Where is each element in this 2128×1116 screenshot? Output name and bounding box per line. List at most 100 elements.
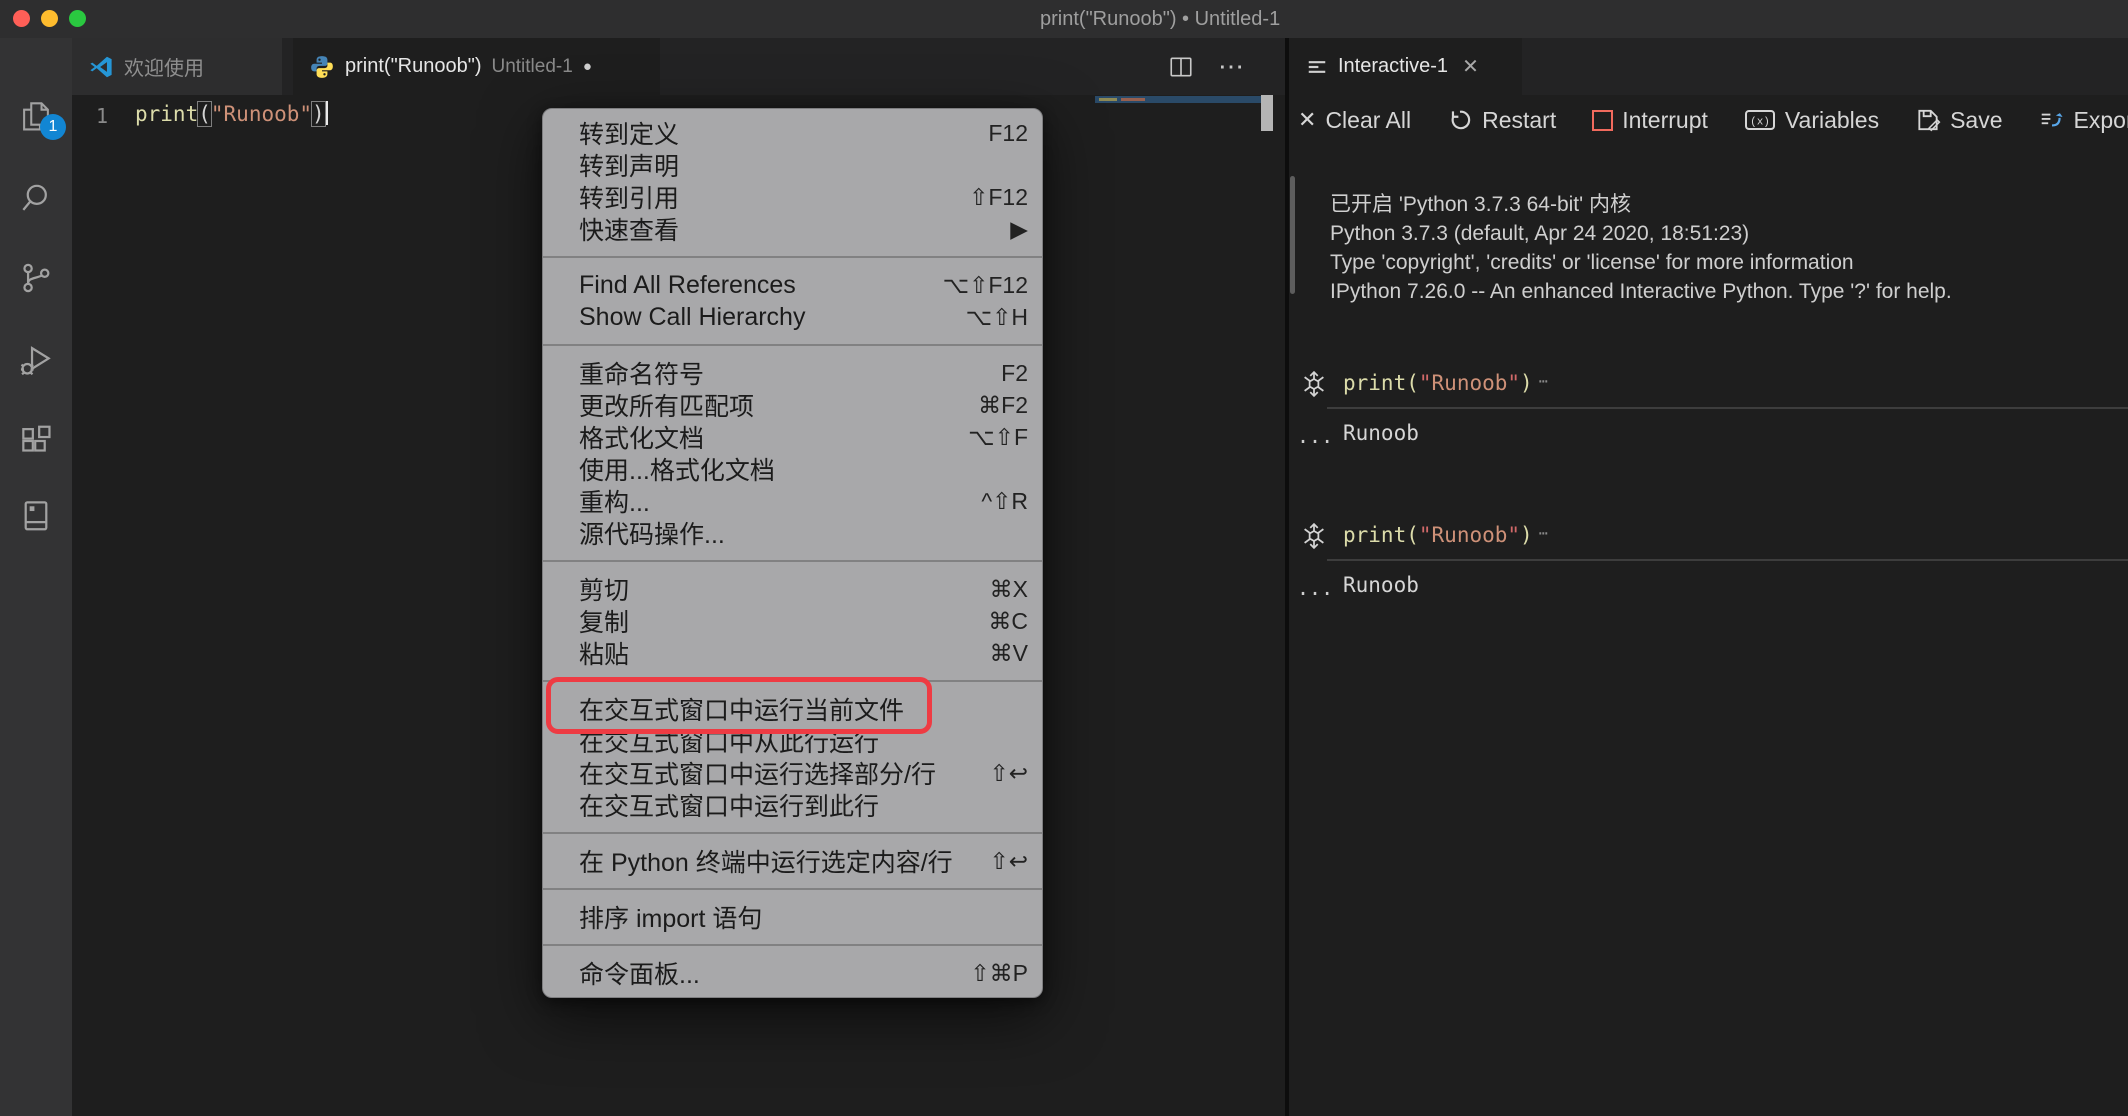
interrupt-button[interactable]: Interrupt (1592, 107, 1708, 134)
menu-item[interactable]: 转到引用⇧F12 (543, 181, 1042, 213)
menu-separator (543, 256, 1042, 258)
line-number: 1 (72, 104, 108, 128)
interactive-tab-bar: Interactive-1 ✕ (1290, 38, 2128, 95)
panel-divider[interactable] (1285, 38, 1289, 1116)
interactive-scrollbar[interactable] (1290, 176, 1295, 294)
goto-code-icon[interactable] (1299, 521, 1329, 551)
menu-item[interactable]: 剪切⌘X (543, 573, 1042, 605)
interrupt-icon (1592, 110, 1613, 131)
menu-item[interactable]: 在交互式窗口中运行到此行 (543, 789, 1042, 821)
source-control-icon[interactable] (17, 259, 55, 297)
export-icon (2039, 107, 2065, 133)
menu-item[interactable]: 源代码操作... (543, 517, 1042, 549)
cell-open-paren: ( (1406, 371, 1419, 395)
cell-more-actions-icon[interactable]: ⋯ (1539, 524, 1550, 542)
code-quote-close: " (299, 102, 312, 126)
cell-code[interactable]: print("Runoob")⋯ (1343, 523, 1550, 547)
text-cursor (326, 101, 328, 125)
editor-code-line[interactable]: print("Runoob") (135, 101, 328, 126)
tab-file-secondary: Untitled-1 (491, 56, 572, 78)
tab-interactive[interactable]: Interactive-1 ✕ (1290, 38, 1522, 95)
output-gutter: ... (1297, 424, 1333, 448)
menu-item[interactable]: 在 Python 终端中运行选定内容/行⇧↩ (543, 845, 1042, 877)
zoom-window-button[interactable] (69, 10, 86, 27)
run-debug-icon[interactable] (17, 341, 55, 379)
code-keyword: print (135, 102, 198, 126)
close-window-button[interactable] (13, 10, 30, 27)
cell-separator (1327, 559, 2128, 561)
python-icon (309, 54, 335, 80)
menu-item[interactable]: 排序 import 语句 (543, 901, 1042, 933)
vscode-logo-icon (88, 54, 114, 80)
tab-file[interactable]: print("Runoob") Untitled-1 ● (293, 38, 660, 95)
kernel-banner: 已开启 'Python 3.7.3 64-bit' 内核 Python 3.7.… (1330, 190, 1952, 306)
activity-bar: 1 (0, 38, 72, 1116)
code-string: Runoob (224, 102, 300, 126)
menu-separator (543, 888, 1042, 890)
interrupt-label: Interrupt (1622, 107, 1708, 134)
clear-all-button[interactable]: ✕ Clear All (1298, 107, 1411, 134)
cell-quote: " (1419, 523, 1432, 547)
search-icon[interactable] (17, 179, 55, 217)
modified-dot-icon[interactable]: ● (583, 58, 592, 75)
menu-item[interactable]: 命令面板...⇧⌘P (543, 957, 1042, 989)
minimap-token (1121, 98, 1145, 101)
cell-output: Runoob (1343, 573, 1419, 597)
menu-item[interactable]: Show Call Hierarchy⌥⇧H (543, 301, 1042, 333)
minimize-window-button[interactable] (41, 10, 58, 27)
cell-more-actions-icon[interactable]: ⋯ (1539, 372, 1550, 390)
output-gutter: ... (1297, 576, 1333, 600)
editor-tab-bar: 欢迎使用 print("Runoob") Untitled-1 ● ⋯ (72, 38, 1285, 95)
tab-welcome[interactable]: 欢迎使用 (72, 38, 282, 95)
clear-all-label: Clear All (1325, 107, 1411, 134)
svg-text:(x): (x) (1750, 117, 1770, 129)
editor-scrollbar-thumb[interactable] (1261, 95, 1273, 131)
export-button[interactable]: Export (2039, 107, 2128, 134)
cell-output: Runoob (1343, 421, 1419, 445)
tab-file-label: print("Runoob") (345, 55, 481, 78)
code-open-paren: ( (198, 102, 211, 126)
window-title: print("Runoob") • Untitled-1 (1040, 8, 1280, 31)
more-actions-icon[interactable]: ⋯ (1218, 51, 1246, 82)
menu-item[interactable]: 格式化文档⌥⇧F (543, 421, 1042, 453)
menu-separator (543, 944, 1042, 946)
variables-button[interactable]: (x) Variables (1744, 107, 1879, 134)
cell-close-paren: ) (1520, 371, 1533, 395)
menu-item[interactable]: 转到定义F12 (543, 117, 1042, 149)
code-quote-open: " (211, 102, 224, 126)
menu-separator (543, 832, 1042, 834)
submenu-arrow-icon: ▶ (1010, 216, 1028, 243)
kernel-line: Type 'copyright', 'credits' or 'license'… (1330, 248, 1952, 277)
menu-item[interactable]: 重命名符号F2 (543, 357, 1042, 389)
cell-open-paren: ( (1406, 523, 1419, 547)
variables-label: Variables (1785, 107, 1879, 134)
menu-item[interactable]: 复制⌘C (543, 605, 1042, 637)
notebook-icon[interactable] (17, 496, 55, 534)
kernel-line: 已开启 'Python 3.7.3 64-bit' 内核 (1330, 190, 1952, 219)
menu-item[interactable]: 在交互式窗口中运行选择部分/行⇧↩ (543, 757, 1042, 789)
close-icon[interactable]: ✕ (1462, 54, 1479, 79)
cell-code[interactable]: print("Runoob")⋯ (1343, 371, 1550, 395)
restart-button[interactable]: Restart (1447, 107, 1556, 134)
restart-label: Restart (1482, 107, 1556, 134)
variables-icon: (x) (1744, 107, 1776, 133)
menu-item[interactable]: 重构...^⇧R (543, 485, 1042, 517)
restart-icon (1447, 107, 1473, 133)
menu-item[interactable]: 使用...格式化文档 (543, 453, 1042, 485)
menu-item[interactable]: 粘贴⌘V (543, 637, 1042, 669)
goto-code-icon[interactable] (1299, 369, 1329, 399)
cell-string: Runoob (1432, 523, 1508, 547)
menu-item[interactable]: Find All References⌥⇧F12 (543, 269, 1042, 301)
menu-item-submenu[interactable]: 快速查看▶ (543, 213, 1042, 245)
code-close-paren: ) (312, 102, 325, 126)
cell-quote: " (1507, 523, 1520, 547)
save-button[interactable]: Save (1915, 107, 2002, 134)
split-editor-icon[interactable] (1168, 54, 1194, 80)
cell-keyword: print (1343, 523, 1406, 547)
titlebar: print("Runoob") • Untitled-1 (0, 0, 2128, 38)
export-label: Export (2074, 107, 2128, 134)
extensions-icon[interactable] (17, 422, 55, 460)
save-label: Save (1950, 107, 2002, 134)
menu-item[interactable]: 转到声明 (543, 149, 1042, 181)
menu-item[interactable]: 更改所有匹配项⌘F2 (543, 389, 1042, 421)
